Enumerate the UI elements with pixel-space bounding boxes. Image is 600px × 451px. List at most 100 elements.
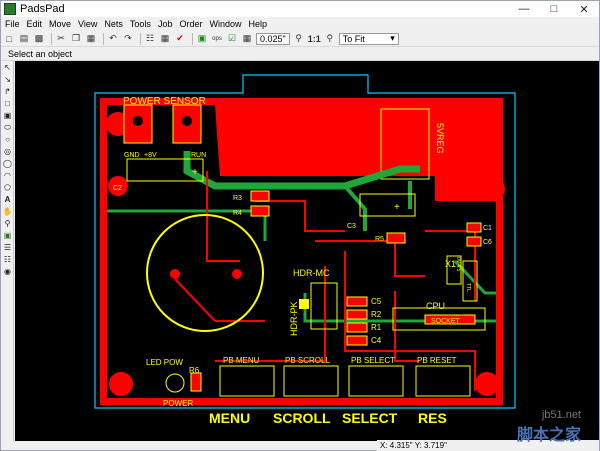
menu-move[interactable]: Move [49,19,71,29]
via-icon[interactable]: ◉ [2,266,13,277]
label-power: POWER [163,399,193,408]
toolbar-divider [192,32,193,45]
hint-bar: Select an object [1,47,599,61]
label-menu: MENU [209,410,250,426]
label-x1-sub: 0V 4.5 [455,257,461,272]
watermark-site: jb51.net [541,409,581,421]
layers-icon[interactable]: ▣ [196,33,208,45]
ring-icon[interactable]: ◯ [2,158,13,169]
zoom-ratio[interactable]: 1:1 [308,33,321,45]
label-socket: SOCKET [431,318,461,325]
pad-icon[interactable]: ↘ [2,74,13,85]
app-icon [4,3,16,15]
label-pb-menu: PB MENU [223,356,260,365]
silk-c3-box [359,193,416,217]
minimize-button[interactable]: — [509,1,539,17]
redo-icon[interactable]: ↷ [122,33,134,45]
trace-red-3 [315,240,425,277]
zoom-icon[interactable]: ⚲ [293,33,305,45]
label-r5: R5 [375,236,384,243]
label-run: RUN [191,152,206,159]
undo-icon[interactable]: ↶ [107,33,119,45]
window-title: PadsPad [20,3,65,15]
pad-speaker-1 [170,269,180,279]
label-plus8v: +8V [144,152,157,159]
copy-icon[interactable]: ❐ [70,33,82,45]
menu-file[interactable]: File [5,19,20,29]
toolbar-divider [103,32,104,45]
layer-stack-icon[interactable]: ▣ [2,230,13,241]
square-pad-icon[interactable]: ▣ [2,110,13,121]
menu-view[interactable]: View [78,19,97,29]
zoom-select[interactable]: To Fit ▾ [338,32,399,45]
pad-r5 [386,232,406,244]
nets-icon[interactable]: ☷ [144,33,156,45]
trace-red-5 [215,266,326,362]
open-icon[interactable]: ▤ [18,33,30,45]
mount-hole-bottom-left [109,372,133,396]
silk-pb-select [348,365,404,397]
silk-led-pow [165,373,185,393]
check-icon[interactable]: ✔ [174,33,186,45]
trace-icon[interactable]: ↱ [2,86,13,97]
pad-c6 [466,236,482,247]
rect-icon[interactable]: □ [2,98,13,109]
close-button[interactable]: ✕ [569,1,599,17]
circle-icon[interactable]: ○ [2,134,13,145]
menu-edit[interactable]: Edit [27,19,43,29]
text-icon[interactable]: A [2,194,13,205]
grid-settings-icon[interactable]: ▦ [241,33,253,45]
verify-icon[interactable]: ☑ [226,33,238,45]
pcb-board-drawing[interactable]: POWER SENSOR GND +8V RUN 5VREG C2 + R3 R… [15,61,599,441]
cut-icon[interactable]: ✂ [55,33,67,45]
oval-icon[interactable]: ⬭ [2,122,13,133]
component-icon[interactable]: ☷ [2,254,13,265]
label-scroll: SCROLL [273,410,331,426]
label-pb-select: PB SELECT [351,356,395,365]
zoom-in-icon[interactable]: ⚲ [324,33,336,45]
polygon-icon[interactable]: ⬠ [2,182,13,193]
label-x1: X1 [445,259,456,269]
menu-order[interactable]: Order [179,19,202,29]
watermark: jb51.net 脚本之家 [517,409,581,445]
label-r3: R3 [233,195,242,202]
menu-help[interactable]: Help [248,19,267,29]
paste-icon[interactable]: ▦ [85,33,97,45]
pointer-icon[interactable]: ↖ [2,62,13,73]
pad-speaker-2 [232,269,242,279]
menu-job[interactable]: Job [158,19,173,29]
pad-c4 [346,335,368,346]
pad-c1 [466,222,482,233]
zoom-select-value: To Fit [342,33,365,44]
label-ttl: TTL [465,283,471,292]
zoom-tool-icon[interactable]: ⚲ [2,218,13,229]
pad-r6 [190,372,202,392]
label-gnd: GND [124,152,140,159]
label-c3: C3 [347,223,356,230]
label-r4: R4 [233,210,242,217]
window-controls: — □ ✕ [509,1,599,17]
save-icon[interactable]: ▩ [33,33,45,45]
ops-icon[interactable]: ops [211,33,223,45]
new-icon[interactable]: □ [3,33,15,45]
grid-size-field[interactable]: 0.025" [256,32,290,45]
hand-icon[interactable]: ✋ [2,206,13,217]
menu-window[interactable]: Window [209,19,241,29]
label-pb-reset: PB RESET [417,356,457,365]
menu-tools[interactable]: Tools [130,19,151,29]
pad-run-hole [182,116,192,126]
pcb-canvas[interactable]: POWER SENSOR GND +8V RUN 5VREG C2 + R3 R… [15,61,599,441]
toolbar-divider [140,32,141,45]
label-r2: R2 [371,310,382,319]
pad-r4 [250,205,270,217]
pad-r3 [250,190,270,202]
grid-icon[interactable]: ▦ [159,33,171,45]
app-window: PadsPad — □ ✕ File Edit Move View Nets T… [0,0,600,451]
arc-icon[interactable]: ◠ [2,170,13,181]
round-pad-icon[interactable]: ◎ [2,146,13,157]
ruler-icon[interactable]: ☰ [2,242,13,253]
silk-pb-menu [219,365,275,397]
menu-nets[interactable]: Nets [104,19,123,29]
label-c6: C6 [483,239,492,246]
maximize-button[interactable]: □ [539,1,569,17]
